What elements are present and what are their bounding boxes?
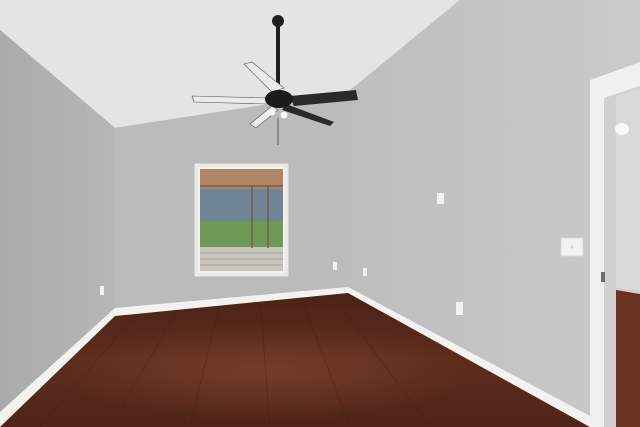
electrical-outlet-icon: [333, 262, 337, 270]
electrical-outlet-icon: [456, 302, 463, 315]
wall-sconce-icon: [615, 123, 629, 135]
electrical-outlet-icon: [363, 268, 367, 276]
window: [194, 163, 289, 277]
room-scene: [0, 0, 640, 427]
room-illustration: [0, 0, 640, 427]
doorway-icon: [590, 62, 640, 427]
electrical-outlet-icon: [100, 286, 104, 295]
light-switch-icon: [437, 193, 444, 204]
